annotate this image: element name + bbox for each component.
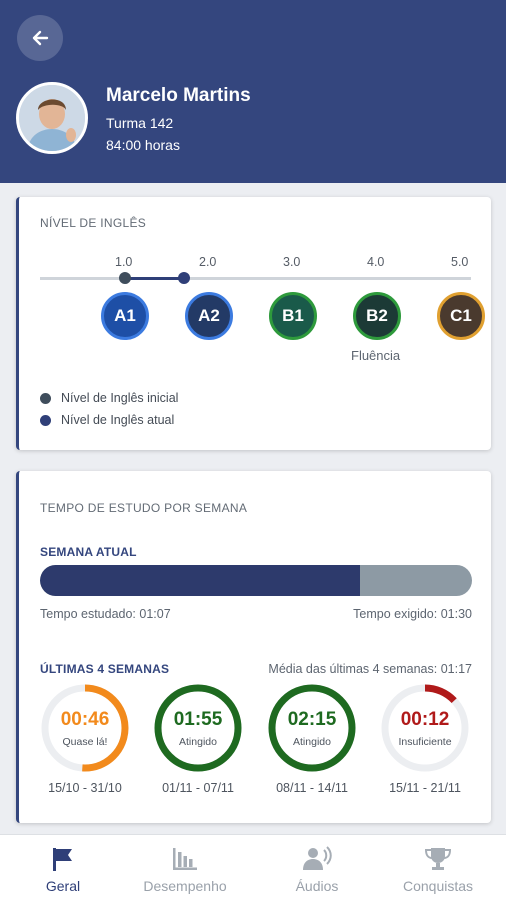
week-status: Atingido [179, 736, 217, 748]
study-time-title: TEMPO DE ESTUDO POR SEMANA [40, 501, 248, 515]
week-status: Quase lá! [62, 736, 108, 748]
nav-tab-audios[interactable]: Áudios [254, 835, 380, 900]
bar-chart-icon [173, 848, 197, 870]
scale-label: 4.0 [367, 255, 385, 269]
nav-tab-conquistas[interactable]: Conquistas [375, 835, 501, 900]
level-badge-c1: C1 [437, 292, 485, 340]
english-level-title: NÍVEL DE INGLÊS [40, 216, 147, 230]
studied-time: Tempo estudado: 01:07 [40, 607, 171, 621]
scale-label: 2.0 [199, 255, 217, 269]
avatar [16, 82, 88, 154]
nav-tab-geral[interactable]: Geral [0, 835, 126, 900]
week-time: 02:15 [287, 709, 337, 730]
level-scale-track [40, 277, 471, 280]
back-button[interactable] [17, 15, 63, 61]
fluency-label: Fluência [351, 348, 401, 363]
flag-icon [53, 848, 72, 871]
week-time: 00:12 [400, 709, 450, 730]
initial-level-marker [119, 272, 131, 284]
week-progress-circle: 02:15 Atingido [267, 683, 357, 773]
week-time: 01:55 [173, 709, 223, 730]
study-time-card: TEMPO DE ESTUDO POR SEMANA SEMANA ATUAL … [16, 471, 491, 823]
level-badge-a1: A1 [101, 292, 149, 340]
week-status: Atingido [293, 736, 331, 748]
scale-label: 5.0 [451, 255, 469, 269]
user-name: Marcelo Martins [106, 85, 251, 106]
week-progress-circle: 01:55 Atingido [153, 683, 243, 773]
profile-header: Marcelo Martins Turma 142 84:00 horas [0, 0, 506, 183]
average-time: Média das últimas 4 semanas: 01:17 [268, 662, 472, 676]
level-badge-b2: B2 [353, 292, 401, 340]
legend-current: Nível de Inglês atual [40, 413, 174, 427]
week-time: 00:46 [60, 709, 110, 730]
week-progress-circle: 00:46 Quase lá! [40, 683, 130, 773]
legend-initial: Nível de Inglês inicial [40, 391, 178, 405]
level-badge-a2: A2 [185, 292, 233, 340]
week-dates: 01/11 - 07/11 [162, 781, 234, 795]
nav-tab-desempenho[interactable]: Desempenho [122, 835, 248, 900]
scale-label: 3.0 [283, 255, 301, 269]
current-week-progress-fill [40, 565, 360, 596]
week-dates: 08/11 - 14/11 [276, 781, 348, 795]
current-week-progress-bar [40, 565, 472, 596]
user-hours: 84:00 horas [106, 137, 180, 153]
legend-dot-current [40, 414, 51, 426]
scale-label: 1.0 [115, 255, 133, 269]
english-level-card: NÍVEL DE INGLÊS 1.0 2.0 3.0 4.0 5.0 A1 A… [16, 197, 491, 450]
current-level-marker [178, 272, 190, 284]
current-week-title: SEMANA ATUAL [40, 545, 137, 559]
level-badge-b1: B1 [269, 292, 317, 340]
bottom-navigation: Geral Desempenho Áudios Conquistas [0, 834, 506, 900]
level-badge-clip: C1 [437, 292, 491, 340]
week-status: Insuficiente [398, 736, 452, 748]
legend-dot-initial [40, 392, 51, 404]
required-time: Tempo exigido: 01:30 [353, 607, 472, 621]
level-progress-line [125, 277, 184, 280]
last-weeks-title: ÚLTIMAS 4 SEMANAS [40, 662, 170, 676]
week-dates: 15/10 - 31/10 [48, 781, 122, 795]
user-class: Turma 142 [106, 115, 174, 131]
week-dates: 15/11 - 21/11 [389, 781, 461, 795]
speaker-icon [303, 846, 332, 870]
week-progress-circle: 00:12 Insuficiente [380, 683, 470, 773]
trophy-icon [424, 848, 452, 870]
arrow-left-icon [32, 30, 49, 46]
